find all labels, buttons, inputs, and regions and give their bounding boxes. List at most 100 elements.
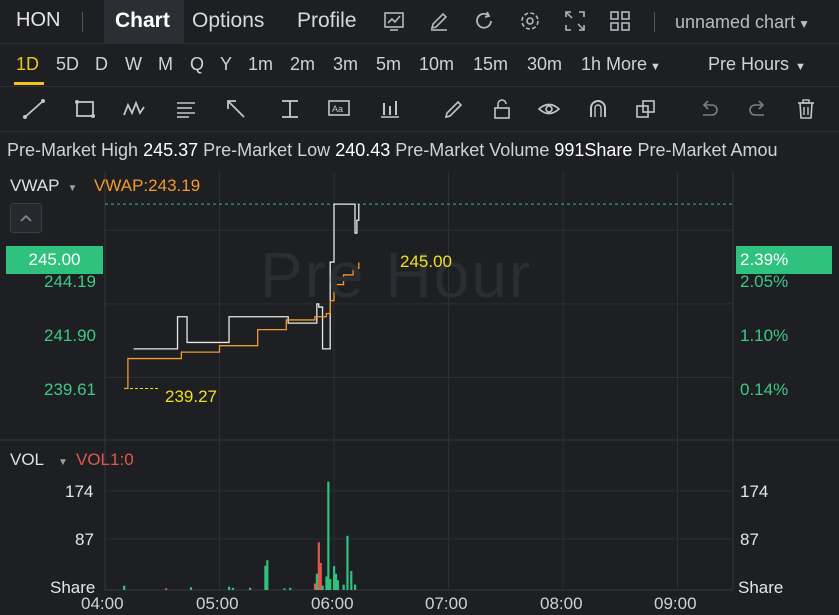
volume-bar [327,481,330,590]
time-tick: 04:00 [81,594,124,613]
volume-bar [321,585,324,590]
refresh-icon[interactable] [473,10,495,32]
timeframe-d[interactable]: D [95,54,108,75]
timeframe-15m[interactable]: 15m [473,54,508,75]
vwap-value: VWAP:243.19 [94,176,201,195]
magnet-icon[interactable] [586,97,610,121]
price-tick: 239.61 [44,380,96,399]
volume-tick: 87 [75,530,94,549]
tab-profile[interactable]: Profile [297,9,357,33]
current-price-tag: 245.00 [6,246,103,274]
current-change-tag: 2.39% [736,246,832,274]
chevron-up-icon [20,214,32,222]
fullscreen-icon[interactable] [564,10,586,32]
fib-tool-icon[interactable] [174,97,198,121]
chevron-down-icon: ▼ [795,61,806,73]
volume-bar [289,587,292,590]
indicator-icon[interactable] [378,97,402,121]
chart-name-dropdown[interactable]: unnamed chart ▼ [675,12,810,33]
brush-icon[interactable] [442,97,466,121]
premarket-amount-label: Pre-Market Amou [637,140,778,160]
timeframe-w[interactable]: W [125,54,142,75]
more-timeframes-dropdown[interactable]: More ▼ [606,54,661,75]
rectangle-tool-icon[interactable] [73,97,97,121]
ticker-symbol[interactable]: HON [16,9,60,32]
eye-icon[interactable] [537,97,561,121]
volume-bar [264,565,267,590]
time-tick: 08:00 [540,594,583,613]
price-range-icon[interactable] [278,97,302,121]
edit-icon[interactable] [428,10,450,32]
settings-icon[interactable] [519,10,541,32]
timeframe-5m[interactable]: 5m [376,54,401,75]
collapse-button[interactable] [10,203,42,233]
line-tool-icon[interactable] [22,97,46,121]
volume-bar [325,576,328,590]
volume-series [123,481,357,590]
tab-options[interactable]: Options [192,9,264,33]
chart-grid [0,172,839,591]
current-price-annotation: 245.00 [400,252,452,271]
timeframe-1m[interactable]: 1m [248,54,273,75]
volume-bar [231,587,235,590]
timeframe-1h[interactable]: 1h [581,54,601,75]
price-tick: 244.19 [44,272,96,291]
timeframe-5d[interactable]: 5D [56,54,79,75]
timeframe-y[interactable]: Y [220,54,232,75]
timeframe-m[interactable]: M [158,54,173,75]
tab-chart[interactable]: Chart [115,9,170,33]
chevron-down-icon: ▼ [58,457,68,468]
timeframe-q[interactable]: Q [190,54,204,75]
session-label: Pre Hours [708,54,790,74]
timeframe-10m[interactable]: 10m [419,54,454,75]
volume-bar [165,588,168,590]
vol-value: VOL1:0 [76,450,134,469]
vwap-indicator-dropdown[interactable]: VWAP ▼ [10,176,77,196]
premarket-low-value: 240.43 [335,140,391,160]
text-tool-icon[interactable]: Aa [327,97,351,121]
volume-bar [342,584,345,590]
layout-grid-icon[interactable] [609,10,631,32]
session-dropdown[interactable]: Pre Hours ▼ [708,54,806,75]
premarket-high-value: 245.37 [143,140,199,160]
premarket-high-label: Pre-Market High [7,140,139,160]
chart-name-label: unnamed chart [675,12,796,32]
timeframe-2m[interactable]: 2m [290,54,315,75]
time-tick: 07:00 [425,594,468,613]
volume-bar [315,573,319,590]
volume-bar [249,587,252,590]
drawing-toolbar: Aa [0,87,839,132]
divider [654,12,655,32]
volume-bar [350,571,353,590]
vol-indicator-dropdown[interactable]: VOL ▼ [10,450,68,470]
volume-tick: 174 [65,482,94,501]
copy-icon[interactable] [634,97,658,121]
delete-icon[interactable] [794,97,818,121]
volume-bar [353,584,357,590]
premarket-volume-value: 991Share [554,140,633,160]
volume-bar [123,585,126,590]
price-tick: 241.90 [44,326,96,345]
chart-window-icon[interactable] [383,10,405,32]
timeframe-30m[interactable]: 30m [527,54,562,75]
premarket-stats: Pre-Market High 245.37 Pre-Market Low 24… [7,140,778,161]
percent-tick: 0.14% [740,380,789,399]
time-tick: 09:00 [654,594,697,613]
time-tick: 05:00 [196,594,239,613]
pattern-tool-icon[interactable] [122,97,146,121]
volume-bar [317,542,320,590]
chevron-down-icon: ▼ [67,183,78,194]
undo-icon[interactable] [697,97,721,121]
redo-icon[interactable] [746,97,770,121]
top-bar: HON Chart Options Profile unnamed chart ▼ [0,0,839,44]
timeframe-1d[interactable]: 1D [16,54,39,75]
time-tick: 06:00 [311,594,354,613]
vol-label: VOL [10,450,45,469]
volume-bar [283,588,286,590]
volume-bar [313,583,317,590]
lock-icon[interactable] [490,97,514,121]
percent-tick: 2.05% [740,272,789,291]
arrow-tool-icon[interactable] [224,97,248,121]
volume-tick: 174 [740,482,769,501]
timeframe-3m[interactable]: 3m [333,54,358,75]
